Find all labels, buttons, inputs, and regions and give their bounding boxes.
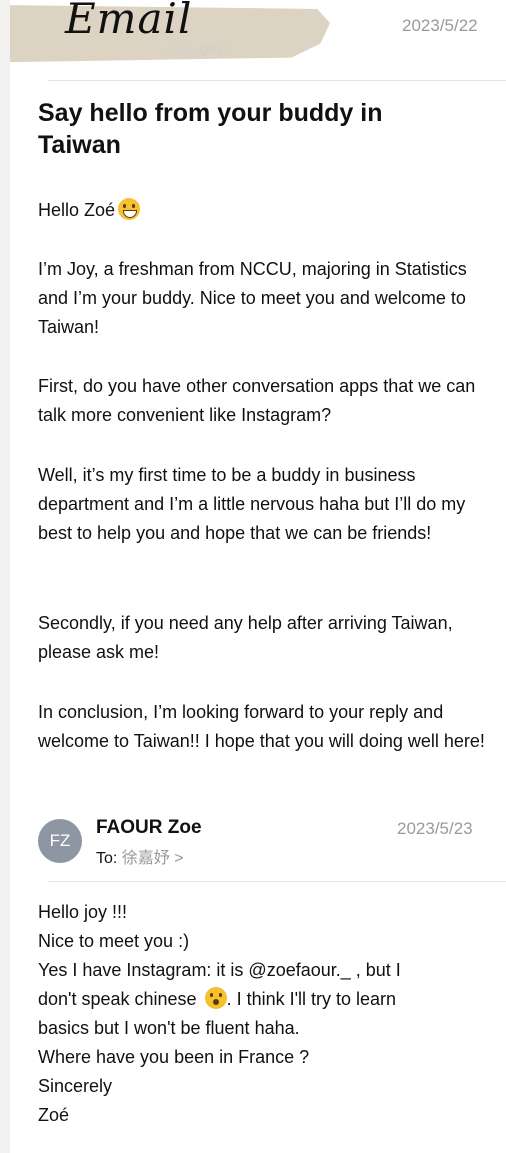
message1-subject: Say hello from your buddy in Taiwan (38, 99, 383, 159)
email-card: Email ...@...gm > 2023/5/22 Say hello fr… (10, 0, 506, 1153)
message1-date: 2023/5/22 (402, 16, 478, 35)
message1-paragraph: Secondly, if you need any help after arr… (38, 613, 453, 662)
grinning-face-icon (118, 198, 141, 220)
greeting-text: Hello Zoé (38, 200, 116, 220)
hushed-face-icon (204, 987, 227, 1009)
to-label: To: (96, 850, 118, 867)
recipient-name[interactable]: 徐嘉妤 > (122, 850, 184, 867)
avatar[interactable]: FZ (38, 819, 82, 863)
message1-paragraph: In conclusion, I’m looking forward to yo… (38, 702, 485, 751)
reply-line: basics but I won't be fluent haha. (38, 1018, 300, 1038)
reply-line: Yes I have Instagram: it is @zoefaour._ … (38, 960, 401, 980)
reply-line: Nice to meet you :) (38, 931, 190, 951)
message1-sender-faded[interactable]: ...@...gm > (160, 40, 234, 57)
reply-line: don't speak chinese . I think I'll try t… (38, 985, 493, 1014)
reply-line: Zoé (38, 1105, 70, 1125)
divider (48, 881, 506, 882)
reply-line: Sincerely (38, 1076, 113, 1096)
reply-line: Where have you been in France ? (38, 1047, 310, 1067)
page-title: Email (65, 0, 193, 43)
divider (48, 80, 506, 81)
reply-line-part: don't speak chinese (38, 989, 197, 1009)
message1-paragraph: Well, it’s my first time to be a buddy i… (38, 465, 466, 543)
message1-paragraph: First, do you have other conversation ap… (38, 376, 476, 425)
reply-line: Hello joy !!! (38, 902, 128, 922)
message1-paragraph: I’m Joy, a freshman from NCCU, majoring … (38, 259, 467, 337)
message2-sender-name[interactable]: FAOUR Zoe (96, 817, 202, 839)
message1-greeting: Hello Zoé (38, 196, 493, 225)
reply-line-part: . I think I'll try to learn (226, 989, 397, 1009)
message2-date: 2023/5/23 (397, 819, 473, 838)
message2-body: Hello joy !!! Nice to meet you :) Yes I … (38, 898, 493, 1130)
message2-recipient-line[interactable]: To: 徐嘉妤 > (96, 844, 184, 868)
